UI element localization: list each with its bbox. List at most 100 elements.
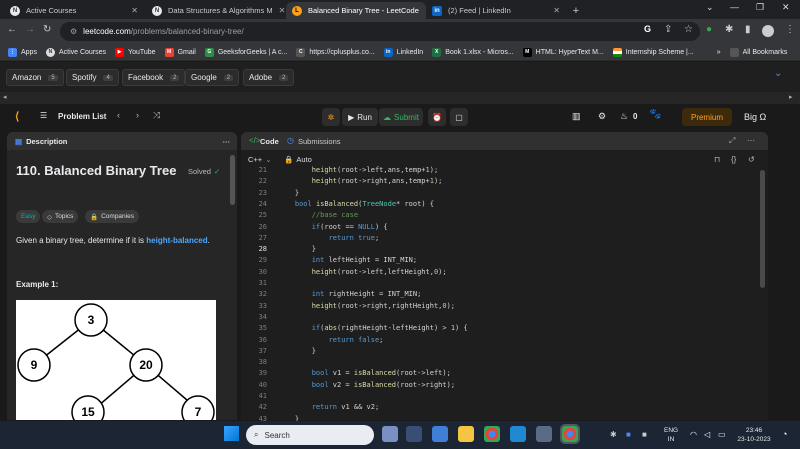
- company-chip-adobe[interactable]: Adobe 2: [243, 69, 295, 86]
- premium-button[interactable]: Premium: [682, 108, 732, 126]
- tray-app-icon[interactable]: ■: [626, 430, 631, 439]
- browser-tab-active[interactable]: L Balanced Binary Tree - LeetCode ✕: [286, 2, 426, 19]
- shuffle-icon[interactable]: ⤨: [153, 110, 160, 121]
- braces-icon[interactable]: {}: [731, 155, 736, 164]
- site-info-icon[interactable]: ⚙: [70, 27, 77, 36]
- code-line[interactable]: }: [278, 189, 299, 197]
- companies-tag[interactable]: 🔒 Companies: [85, 210, 139, 223]
- tab-description[interactable]: Description: [26, 137, 67, 146]
- code-line[interactable]: height(root->left,ans,temp+1);: [278, 166, 438, 174]
- bookmark-geeksforgeeks[interactable]: G GeeksforGeeks | A c...: [204, 47, 287, 57]
- settings-gear-icon[interactable]: ⚙: [598, 111, 606, 122]
- chrome-active-icon[interactable]: [560, 424, 580, 444]
- close-tab-icon[interactable]: ✕: [419, 6, 426, 15]
- windows-start-icon[interactable]: [224, 426, 239, 441]
- close-tab-icon[interactable]: ✕: [273, 6, 286, 15]
- bookmark-youtube[interactable]: ▶ YouTube: [115, 47, 156, 57]
- file-explorer-icon[interactable]: [458, 426, 474, 442]
- language-indicator[interactable]: ENG IN: [664, 426, 678, 444]
- tray-app-icon[interactable]: ■: [642, 430, 647, 439]
- panel-more-icon[interactable]: ⋯: [223, 137, 231, 146]
- collapse-chevron-icon[interactable]: ⌄: [774, 68, 782, 79]
- description-scrollbar[interactable]: [230, 155, 235, 205]
- streak-fire-icon[interactable]: ♨: [620, 111, 628, 122]
- tab-submissions[interactable]: Submissions: [298, 137, 341, 146]
- code-line[interactable]: }: [278, 245, 316, 253]
- timer-button[interactable]: ⏰: [428, 108, 446, 126]
- tab-search-chevron-icon[interactable]: ⌄: [706, 2, 714, 13]
- code-line[interactable]: return false;: [278, 336, 384, 344]
- browser-tab[interactable]: in (2) Feed | LinkedIn ✕: [426, 2, 566, 19]
- widgets-icon[interactable]: [382, 426, 398, 442]
- bookmark-linkedin[interactable]: in LinkedIn: [383, 47, 423, 57]
- bookmark-active-courses[interactable]: N Active Courses: [45, 47, 106, 57]
- user-name[interactable]: Big Ω: [744, 112, 766, 122]
- topics-tag[interactable]: ◇ Topics: [42, 210, 79, 223]
- layout-icon[interactable]: ▥: [572, 111, 581, 122]
- bookmark-cplusplus[interactable]: Chttps://cplusplus.co...: [296, 47, 375, 57]
- meet-icon[interactable]: [432, 426, 448, 442]
- code-line[interactable]: }: [278, 347, 316, 355]
- code-line[interactable]: height(root->right,rightHeight,0);: [278, 302, 455, 310]
- reload-icon[interactable]: ↻: [43, 24, 51, 35]
- code-line[interactable]: bool isBalanced(TreeNode* root) {: [278, 200, 434, 208]
- code-scrollbar[interactable]: [760, 170, 765, 288]
- code-line[interactable]: bool v2 = isBalanced(root->right);: [278, 381, 455, 389]
- bookmark-excel[interactable]: X Book 1.xlsx - Micros...: [432, 47, 514, 57]
- code-line[interactable]: int rightHeight = INT_MIN;: [278, 290, 422, 298]
- code-line[interactable]: bool v1 = isBalanced(root->left);: [278, 369, 451, 377]
- clock[interactable]: 23:46 23-10-2023: [734, 426, 774, 444]
- extension-icon[interactable]: ●: [706, 24, 712, 35]
- height-balanced-link[interactable]: height-balanced: [146, 236, 207, 245]
- google-lens-icon[interactable]: G: [644, 24, 651, 34]
- company-chip-google[interactable]: Google 2: [185, 69, 240, 86]
- leetcode-logo-icon[interactable]: ⟨: [15, 110, 19, 123]
- bookmark-mdn[interactable]: M HTML: HyperText M...: [522, 47, 604, 57]
- browser-tab[interactable]: N Active Courses ✕: [4, 2, 144, 19]
- taskbar-search-box[interactable]: ⌕ Search: [246, 425, 374, 445]
- code-line[interactable]: int leftHeight = INT_MIN;: [278, 256, 417, 264]
- volume-icon[interactable]: ◁: [704, 430, 710, 439]
- restore-icon[interactable]: ❐: [756, 2, 764, 13]
- back-icon[interactable]: ←: [7, 24, 17, 35]
- scroll-right-icon[interactable]: ▸: [789, 93, 793, 101]
- expand-icon[interactable]: ⤢: [729, 136, 735, 146]
- minimize-icon[interactable]: —: [730, 2, 739, 12]
- profile-avatar[interactable]: [762, 25, 774, 37]
- close-tab-icon[interactable]: ✕: [125, 6, 138, 15]
- problem-list-link[interactable]: Problem List: [58, 112, 106, 121]
- code-line[interactable]: return true;: [278, 234, 380, 242]
- share-icon[interactable]: ⇪: [664, 24, 672, 35]
- vscode-icon[interactable]: [510, 426, 526, 442]
- notification-bell-icon[interactable]: ◔: [782, 429, 787, 439]
- all-bookmarks[interactable]: All Bookmarks: [729, 47, 787, 57]
- chrome-icon[interactable]: [484, 426, 500, 442]
- tab-code[interactable]: Code: [260, 137, 279, 146]
- autocomplete-toggle[interactable]: 🔒 Auto: [284, 155, 312, 164]
- battery-icon[interactable]: ▭: [718, 430, 726, 439]
- reset-code-icon[interactable]: ↺: [748, 155, 755, 164]
- extensions-puzzle-icon[interactable]: ✱: [725, 24, 733, 35]
- code-line[interactable]: if(abs(rightHeight-leftHeight) > 1) {: [278, 324, 468, 332]
- forward-icon[interactable]: →: [25, 24, 35, 35]
- code-line[interactable]: height(root->right,ans,temp+1);: [278, 177, 443, 185]
- address-bar[interactable]: ⚙ leetcode.com/problems/balanced-binary-…: [60, 22, 700, 41]
- panel-more-icon[interactable]: ⋯: [747, 136, 755, 145]
- company-chip-facebook[interactable]: Facebook 2: [122, 69, 186, 86]
- task-view-icon[interactable]: [406, 426, 422, 442]
- notes-button[interactable]: ▢: [450, 108, 468, 126]
- new-tab-button[interactable]: +: [568, 2, 584, 19]
- browser-tab[interactable]: N Data Structures & Algorithms M ✕: [146, 2, 286, 19]
- bookmark-icon[interactable]: ⊓: [714, 155, 720, 164]
- close-window-icon[interactable]: ✕: [782, 2, 790, 13]
- code-line[interactable]: return v1 && v2;: [278, 403, 379, 411]
- more-bookmarks-button[interactable]: »: [717, 49, 721, 56]
- company-chip-spotify[interactable]: Spotify 4: [66, 69, 119, 86]
- difficulty-tag[interactable]: Easy: [16, 210, 41, 223]
- bluetooth-icon[interactable]: ✱: [610, 430, 617, 439]
- bookmark-star-icon[interactable]: ☆: [684, 24, 693, 35]
- bookmark-apps[interactable]: ⋮ Apps: [8, 47, 37, 57]
- scroll-left-icon[interactable]: ◂: [3, 93, 7, 101]
- wifi-icon[interactable]: ◠: [690, 430, 697, 439]
- side-panel-icon[interactable]: ▮: [745, 24, 751, 35]
